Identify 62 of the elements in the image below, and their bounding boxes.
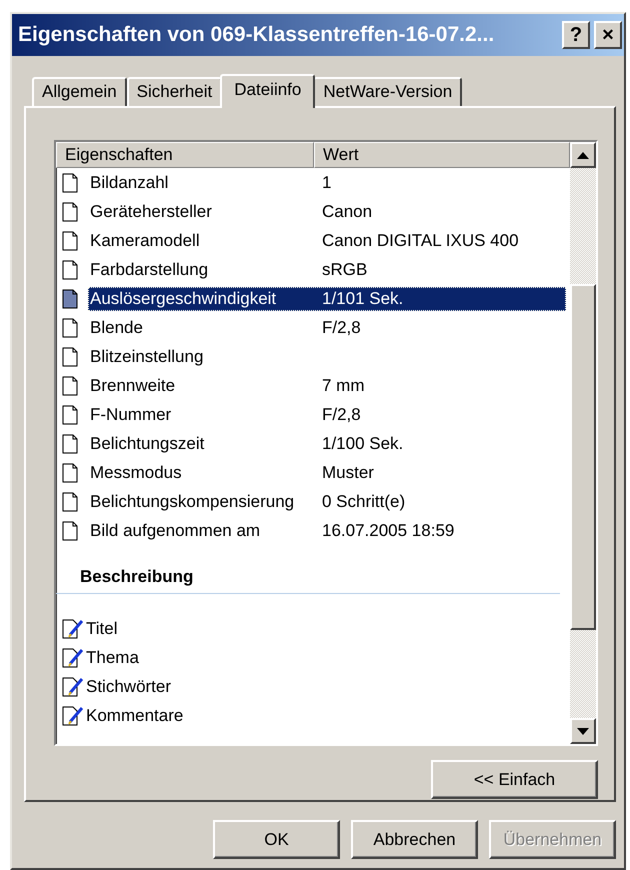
document-icon: [62, 260, 78, 280]
tab[interactable]: Dateiinfo: [220, 74, 316, 108]
close-button[interactable]: ×: [594, 21, 622, 49]
property-value: 7 mm: [321, 374, 366, 396]
property-value: Canon DIGITAL IXUS 400: [321, 230, 520, 252]
document-icon: [62, 520, 78, 540]
edit-document-icon: [62, 618, 86, 638]
column-header[interactable]: Wert: [314, 142, 570, 168]
property-value: sRGB: [321, 258, 368, 280]
property-name[interactable]: Bildanzahl: [88, 170, 314, 194]
property-value: 16.07.2005 18:59: [321, 520, 456, 542]
document-icon: [62, 318, 78, 338]
document-icon: [62, 288, 78, 308]
property-name[interactable]: Farbdarstellung: [88, 258, 314, 282]
document-icon: [62, 172, 78, 192]
property-value: 1: [321, 172, 332, 194]
property-name[interactable]: Auslösergeschwindigkeit: [88, 286, 314, 310]
dialog-button[interactable]: OK: [213, 820, 340, 859]
property-value: Canon: [321, 200, 374, 222]
property-name[interactable]: Thema: [86, 648, 139, 668]
document-icon: [62, 376, 78, 396]
property-name[interactable]: F-Nummer: [88, 402, 314, 426]
window-title: Eigenschaften von 069-Klassentreffen-16-07.2...: [18, 23, 496, 47]
property-name[interactable]: Belichtungskompensierung: [88, 490, 314, 514]
document-icon: [62, 404, 78, 424]
tab[interactable]: NetWare-Version: [313, 77, 462, 106]
property-value: F/2,8: [321, 316, 362, 338]
edit-document-icon: [62, 706, 86, 726]
column-header[interactable]: Eigenschaften: [56, 142, 314, 168]
property-value: F/2,8: [321, 404, 362, 426]
tab[interactable]: Sicherheit: [126, 77, 222, 106]
property-name[interactable]: Kameramodell: [88, 228, 314, 252]
document-icon: [62, 202, 78, 222]
property-name[interactable]: Stichwörter: [86, 676, 172, 696]
document-icon: [62, 434, 78, 454]
document-icon: [62, 230, 78, 250]
up-arrow-icon: [577, 152, 589, 158]
document-icon: [62, 462, 78, 482]
edit-document-icon: [62, 676, 86, 696]
property-value: 1/101 Sek.: [314, 286, 566, 310]
scrollbar[interactable]: [570, 142, 596, 744]
property-name[interactable]: Bild aufgenommen am: [88, 518, 314, 542]
document-icon: [62, 346, 78, 366]
property-name[interactable]: Titel: [86, 618, 118, 638]
property-name[interactable]: Blende: [88, 316, 314, 340]
property-value: Muster: [321, 462, 375, 484]
dialog-button[interactable]: Abbrechen: [351, 820, 478, 859]
property-name[interactable]: Blitzeinstellung: [88, 344, 314, 368]
property-name[interactable]: Brennweite: [88, 374, 314, 398]
down-arrow-icon: [577, 728, 589, 734]
help-button[interactable]: ?: [562, 21, 590, 49]
edit-document-icon: [62, 648, 86, 668]
property-name[interactable]: Kommentare: [86, 706, 184, 726]
property-value: 1/100 Sek.: [321, 432, 404, 454]
property-name[interactable]: Messmodus: [88, 460, 314, 484]
simple-view-button[interactable]: << Einfach: [431, 760, 598, 799]
section-heading: Beschreibung: [79, 567, 194, 586]
property-name[interactable]: Gerätehersteller: [88, 200, 314, 224]
property-value: 0 Schritt(e): [321, 490, 406, 512]
property-name[interactable]: Belichtungszeit: [88, 432, 314, 456]
document-icon: [62, 492, 78, 512]
tab[interactable]: Allgemein: [32, 77, 127, 106]
